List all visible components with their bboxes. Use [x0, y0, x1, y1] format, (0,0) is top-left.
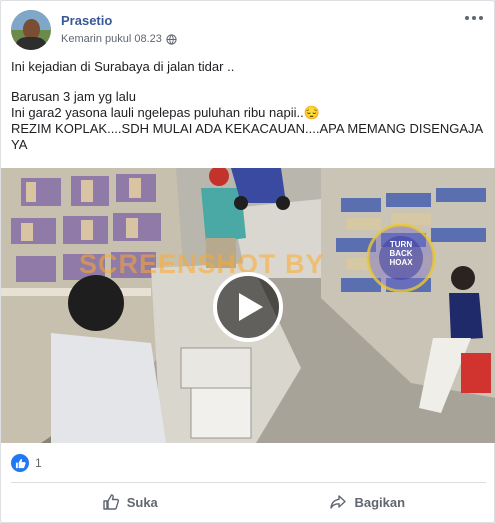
- hoax-stamp-label: TURN BACK HOAX: [389, 240, 413, 267]
- avatar[interactable]: [11, 10, 51, 50]
- more-options-icon[interactable]: [464, 12, 484, 24]
- watermark-text: SCREENSHOT BY: [79, 249, 325, 279]
- like-label: Suka: [126, 494, 158, 510]
- thumbs-up-icon: [103, 494, 119, 510]
- reaction-summary[interactable]: 1: [11, 453, 42, 473]
- post-text-line: Barusan 3 jam yg lalu: [11, 89, 137, 104]
- post-meta: Kemarin pukul 08.23: [61, 33, 177, 45]
- author-name[interactable]: Prasetio: [61, 13, 112, 28]
- action-bar: Suka Bagikan: [11, 485, 486, 519]
- post-text-line: Ini kejadian di Surabaya di jalan tidar …: [11, 59, 235, 74]
- reaction-count: 1: [35, 456, 42, 470]
- share-icon: [330, 495, 347, 509]
- share-label: Bagikan: [354, 494, 406, 510]
- post-timestamp[interactable]: Kemarin pukul 08.23: [61, 33, 162, 45]
- divider: [11, 482, 486, 483]
- post-text: Ini kejadian di Surabaya di jalan tidar …: [11, 59, 486, 153]
- play-icon[interactable]: [213, 272, 283, 342]
- share-button[interactable]: Bagikan: [249, 485, 487, 519]
- like-button[interactable]: Suka: [11, 485, 249, 519]
- post-header: Prasetio Kemarin pukul 08.23: [11, 10, 486, 50]
- globe-icon: [166, 33, 177, 45]
- facebook-post: Prasetio Kemarin pukul 08.23 Ini kejadia…: [0, 0, 495, 523]
- post-text-line: REZIM KOPLAK....SDH MULAI ADA KEKACAUAN.…: [11, 121, 486, 152]
- like-reaction-icon: [11, 454, 29, 472]
- post-text-line: Ini gara2 yasona lauli ngelepas puluhan …: [11, 105, 320, 120]
